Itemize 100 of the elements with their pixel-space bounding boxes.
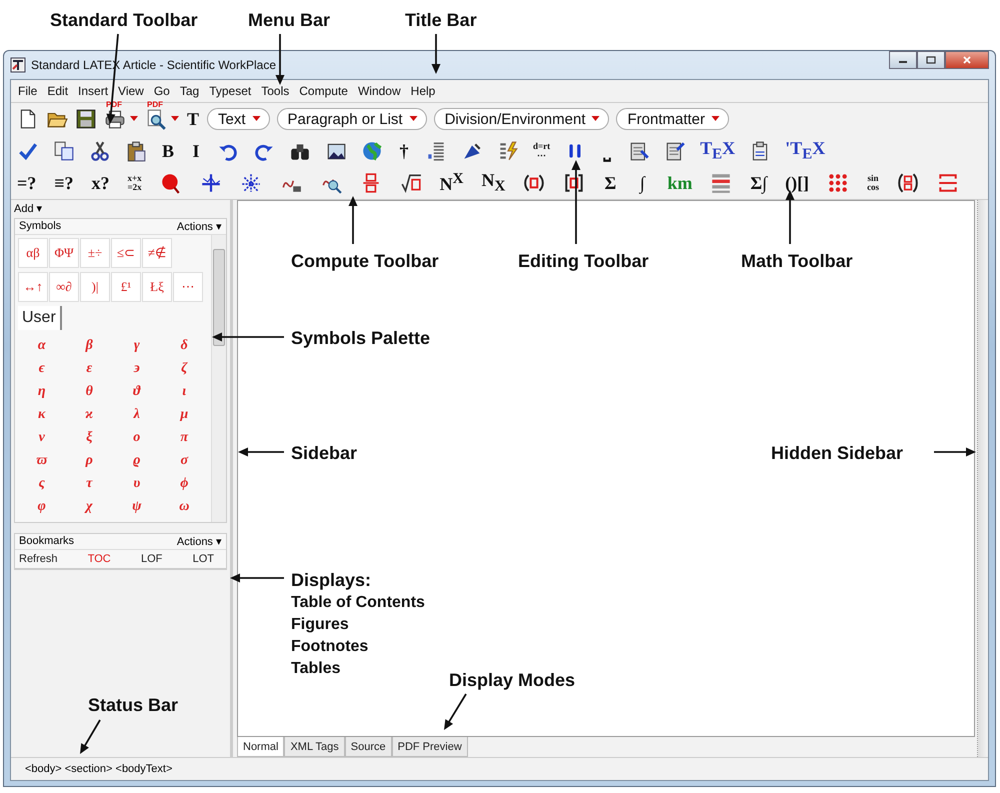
scrollbar[interactable] <box>211 235 226 522</box>
binomial-icon[interactable] <box>897 172 920 194</box>
symbol-button[interactable]: ε <box>66 361 113 377</box>
symbol-button[interactable]: υ <box>113 476 160 492</box>
actions-menu[interactable]: Actions ▾ <box>176 220 222 233</box>
menu-item[interactable]: Help <box>406 84 440 98</box>
menu-item[interactable]: Compute <box>295 84 352 98</box>
symbol-button[interactable]: ζ <box>160 361 208 377</box>
close-button[interactable] <box>945 51 989 69</box>
preview-magnifier-icon[interactable] <box>145 108 167 130</box>
toolbar-button[interactable]: =? <box>17 172 36 194</box>
palette-tab[interactable]: Łξ <box>142 272 172 302</box>
symbol-button[interactable]: κ <box>18 407 66 423</box>
palette-tab[interactable]: ΦΨ <box>49 238 79 268</box>
dot-grid-icon[interactable] <box>827 172 850 194</box>
toolbar-button[interactable]: ≡? <box>54 172 74 194</box>
plot-grid-icon[interactable] <box>240 172 262 194</box>
symbol-button[interactable]: η <box>18 384 66 400</box>
symbol-button[interactable]: φ <box>18 499 66 515</box>
symbol-button[interactable]: ς <box>18 476 66 492</box>
style-dropdown[interactable]: Text <box>207 108 270 130</box>
symbol-button[interactable]: ϖ <box>18 453 66 469</box>
palette-tab[interactable]: ↔↑ <box>18 272 48 302</box>
display-mode-tab[interactable]: Normal <box>237 737 284 757</box>
menu-item[interactable]: File <box>14 84 42 98</box>
add-menu[interactable]: Add ▾ <box>14 202 43 215</box>
toolbar-button[interactable]: ⎵ <box>600 140 614 162</box>
toolbar-button[interactable]: B <box>161 140 175 162</box>
document-area[interactable] <box>237 200 975 737</box>
symbol-button[interactable]: ϰ <box>66 407 113 423</box>
symbol-button[interactable]: λ <box>113 407 160 423</box>
horizontal-brackets-icon[interactable] <box>937 172 960 194</box>
toolbar-button[interactable]: x+x =2x <box>128 174 142 192</box>
symbol-button[interactable]: δ <box>160 338 208 354</box>
toolbar-button[interactable]: T <box>186 108 200 130</box>
clipboard-icon[interactable] <box>125 140 147 162</box>
menu-item[interactable]: Typeset <box>205 84 256 98</box>
symbol-button[interactable]: β <box>66 338 113 354</box>
symbol-button[interactable]: ν <box>18 430 66 446</box>
toolbar-button[interactable]: km <box>667 172 692 194</box>
symbol-button[interactable]: σ <box>160 453 208 469</box>
symbol-button[interactable]: ϶ <box>113 361 160 377</box>
display-mode-tab[interactable]: Source <box>344 737 392 757</box>
copy-icon[interactable] <box>53 140 75 162</box>
symbol-button[interactable]: ϵ <box>18 361 66 377</box>
menu-item[interactable]: Tools <box>257 84 294 98</box>
toolbar-button[interactable]: d=rt ⋯ <box>533 142 550 160</box>
toolbar-button[interactable]: Σ <box>603 172 618 194</box>
symbol-button[interactable]: π <box>160 430 208 446</box>
palette-tab[interactable]: ≠∉ <box>142 238 172 268</box>
document-arrow-icon[interactable] <box>628 140 650 162</box>
bookmark-button[interactable]: LOT <box>192 553 222 565</box>
toolbar-button[interactable]: † <box>397 140 411 162</box>
symbol-button[interactable]: θ <box>66 384 113 400</box>
toolbar-button[interactable]: 'T$_{E}$X <box>785 138 826 164</box>
symbol-button[interactable]: χ <box>66 499 113 515</box>
symbol-button[interactable]: γ <box>113 338 160 354</box>
toolbar-button[interactable]: T$_{E}$X <box>700 138 736 164</box>
style-dropdown[interactable]: Frontmatter <box>616 108 730 130</box>
toolbar-button[interactable]: N$_{X}$ <box>482 170 506 196</box>
toolbar-button[interactable]: ()[] <box>785 172 810 194</box>
bookmark-button[interactable]: LOF <box>140 553 170 565</box>
symbol-button[interactable]: ρ <box>66 453 113 469</box>
palette-tab[interactable]: ±÷ <box>80 238 110 268</box>
symbol-button[interactable]: ο <box>113 430 160 446</box>
minimize-button[interactable] <box>889 51 917 69</box>
actions-menu[interactable]: Actions ▾ <box>176 535 222 548</box>
menu-item[interactable]: Insert <box>74 84 112 98</box>
palette-tab[interactable]: )| <box>80 272 110 302</box>
caret-icon[interactable] <box>171 116 179 122</box>
menu-item[interactable]: Tag <box>176 84 204 98</box>
toolbar-button[interactable]: Σ∫ <box>750 172 768 194</box>
scissors-icon[interactable] <box>89 140 111 162</box>
menu-item[interactable]: View <box>114 84 148 98</box>
display-mode-tab[interactable]: XML Tags <box>284 737 345 757</box>
style-dropdown[interactable]: Division/Environment <box>434 108 610 130</box>
palette-tab[interactable]: αβ <box>18 238 48 268</box>
bookmark-button[interactable]: Refresh <box>19 553 66 565</box>
toolbar-button[interactable]: x? <box>92 172 110 194</box>
globe-icon[interactable] <box>361 140 383 162</box>
maximize-button[interactable] <box>917 51 945 69</box>
menu-item[interactable]: Go <box>150 84 174 98</box>
ball-icon[interactable] <box>160 172 182 194</box>
menu-item[interactable]: Edit <box>43 84 72 98</box>
symbol-button[interactable]: τ <box>66 476 113 492</box>
palette-tab[interactable]: ∞∂ <box>49 272 79 302</box>
symbol-button[interactable]: ϑ <box>113 384 160 400</box>
toolbar-button[interactable]: N$^{X}$ <box>440 171 464 195</box>
toolbar-button[interactable]: I <box>189 140 203 162</box>
display-mode-tab[interactable]: PDF Preview <box>392 737 468 757</box>
symbol-button[interactable]: ϱ <box>113 453 160 469</box>
symbol-button[interactable]: α <box>18 338 66 354</box>
plot-axes-icon[interactable] <box>200 172 222 194</box>
toolbar-button[interactable]: ∫ <box>635 172 650 194</box>
palette-tab[interactable]: User <box>18 306 62 330</box>
style-dropdown[interactable]: Paragraph or List <box>276 108 427 130</box>
stacked-bars-icon[interactable] <box>710 172 732 194</box>
palette-tab[interactable]: ≤⊂ <box>111 238 141 268</box>
palette-tab[interactable]: ⋯ <box>173 272 203 302</box>
symbol-button[interactable]: ι <box>160 384 208 400</box>
